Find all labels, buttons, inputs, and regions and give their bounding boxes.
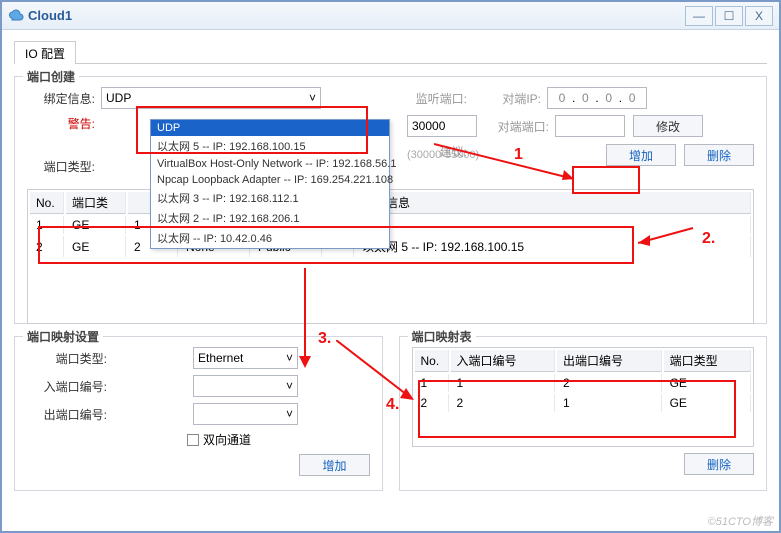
warning-label: 警告:: [27, 115, 95, 132]
peer-port-label: 对端端口:: [491, 118, 549, 135]
table-row[interactable]: 2GE2NonePublic以太网 5 -- IP: 192.168.100.1…: [30, 236, 751, 257]
delete-button[interactable]: 删除: [684, 144, 754, 166]
add-button[interactable]: 增加: [606, 144, 676, 166]
dropdown-opt[interactable]: 以太网 -- IP: 10.42.0.46: [151, 228, 389, 248]
window-buttons: — ☐ X: [683, 6, 773, 26]
ms-add-button[interactable]: 增加: [299, 454, 369, 476]
maximize-button[interactable]: ☐: [715, 6, 743, 26]
ms-port-type-label: 端口类型:: [27, 350, 107, 367]
col-no: No.: [30, 192, 64, 214]
map-table: No. 入端口编号 出端口编号 端口类型 112GE 221GE: [412, 347, 755, 447]
ms-port-type-select[interactable]: Ethernet˅: [193, 347, 298, 369]
bind-info-select[interactable]: UDP ˅: [101, 87, 321, 109]
chevron-down-icon: ˅: [286, 407, 293, 421]
col-porttype: 端口类: [66, 192, 126, 214]
map-settings-legend: 端口映射设置: [23, 328, 103, 345]
map-settings-group: 端口映射设置 端口类型: Ethernet˅ 入端口编号: ˅ 出端口编号: ˅: [14, 336, 383, 491]
out-port-label: 出端口编号:: [27, 406, 107, 423]
table-row[interactable]: 112GE: [415, 374, 752, 392]
minimize-button[interactable]: —: [685, 6, 713, 26]
port-table: No. 端口类 态 绑定信息 1GE161862InternalUDP 2GE2…: [27, 189, 754, 324]
dropdown-opt[interactable]: VirtualBox Host-Only Network -- IP: 192.…: [151, 156, 389, 172]
cloud-window: Cloud1 — ☐ X IO 配置 端口创建 绑定信息: UDP ˅: [0, 0, 781, 533]
col-bindinfo: 绑定信息: [356, 192, 751, 214]
in-port-select[interactable]: ˅: [193, 375, 298, 397]
modify-button[interactable]: 修改: [633, 115, 703, 137]
out-port-select[interactable]: ˅: [193, 403, 298, 425]
peer-ip-label: 对端IP:: [483, 90, 541, 107]
chevron-down-icon: ˅: [286, 351, 293, 365]
bind-info-label: 绑定信息:: [27, 90, 95, 107]
titlebar: Cloud1 — ☐ X: [2, 2, 779, 30]
suggest-range: (30000-35000): [407, 149, 479, 161]
chevron-down-icon: ˅: [286, 379, 293, 393]
listen-port-label: 监听端口:: [407, 90, 467, 107]
port-create-group: 端口创建 绑定信息: UDP ˅ 警告: 端口类型:: [14, 76, 767, 324]
tabstrip: IO 配置: [14, 40, 767, 64]
app-body: IO 配置 端口创建 绑定信息: UDP ˅ 警告:: [2, 30, 779, 501]
cloud-icon: [8, 8, 24, 24]
peer-port-input[interactable]: [555, 115, 625, 137]
chevron-down-icon: ˅: [309, 91, 316, 105]
dropdown-opt[interactable]: Npcap Loopback Adapter -- IP: 169.254.22…: [151, 172, 389, 188]
bidir-checkbox[interactable]: [187, 434, 199, 446]
map-table-legend: 端口映射表: [408, 328, 476, 345]
port-type-label: 端口类型:: [27, 158, 95, 175]
table-row[interactable]: 1GE161862InternalUDP: [30, 216, 751, 234]
map-table-group: 端口映射表 No. 入端口编号 出端口编号 端口类型 112GE 221GE: [399, 336, 768, 491]
close-button[interactable]: X: [745, 6, 773, 26]
window-title: Cloud1: [28, 8, 72, 23]
dropdown-opt-udp[interactable]: UDP: [151, 120, 389, 136]
bind-info-value: UDP: [106, 91, 131, 105]
mt-delete-button[interactable]: 删除: [684, 453, 754, 475]
dropdown-opt[interactable]: 以太网 5 -- IP: 192.168.100.15: [151, 136, 389, 156]
lower-row: 端口映射设置 端口类型: Ethernet˅ 入端口编号: ˅ 出端口编号: ˅: [14, 336, 767, 491]
bind-info-dropdown[interactable]: UDP 以太网 5 -- IP: 192.168.100.15 VirtualB…: [150, 119, 390, 249]
dropdown-opt[interactable]: 以太网 3 -- IP: 192.168.112.1: [151, 188, 389, 208]
in-port-label: 入端口编号:: [27, 378, 107, 395]
listen-port-input[interactable]: [407, 115, 477, 137]
peer-ip-input[interactable]: 0. 0. 0. 0: [547, 87, 647, 109]
port-create-legend: 端口创建: [23, 68, 79, 85]
dropdown-opt[interactable]: 以太网 2 -- IP: 192.168.206.1: [151, 208, 389, 228]
watermark: ©51CTO博客: [708, 513, 773, 529]
tab-io[interactable]: IO 配置: [14, 41, 76, 64]
bidir-label: 双向通道: [203, 431, 251, 448]
table-row[interactable]: 221GE: [415, 394, 752, 412]
